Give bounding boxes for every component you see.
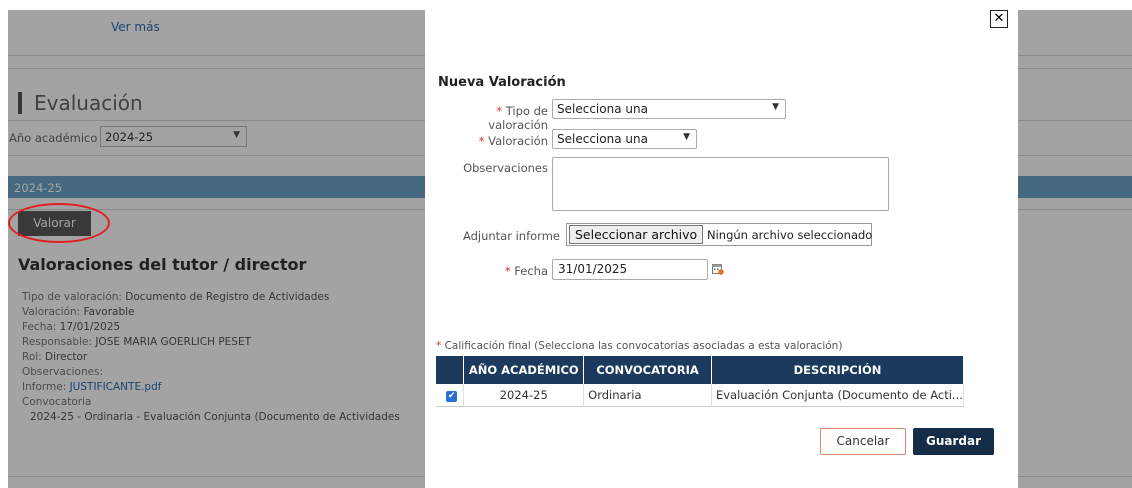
table-header-check xyxy=(436,356,465,384)
tipo-label: * Tipo de valoración xyxy=(488,104,548,132)
file-status: Ningún archivo seleccionado xyxy=(707,228,873,242)
table-header-row: AÑO ACADÉMICO CONVOCATORIA DESCRIPCIÓN xyxy=(436,356,965,384)
fecha-label: * Fecha xyxy=(504,264,548,278)
file-input[interactable]: Seleccionar archivo Ningún archivo selec… xyxy=(566,223,872,246)
cancel-button[interactable]: Cancelar xyxy=(820,428,906,455)
save-button[interactable]: Guardar xyxy=(913,428,994,455)
modal-title: Nueva Valoración xyxy=(438,75,566,90)
highlight-ring xyxy=(8,203,110,243)
table-header: CONVOCATORIA xyxy=(583,356,712,384)
table-cell: Ordinaria xyxy=(583,384,712,407)
valoracion-select-value: Selecciona una xyxy=(557,132,648,146)
calendar-icon[interactable] xyxy=(712,263,724,275)
select-file-button[interactable]: Seleccionar archivo xyxy=(569,225,704,244)
observaciones-textarea[interactable] xyxy=(552,157,889,211)
checkbox-checked-icon[interactable]: ✔ xyxy=(446,391,458,403)
table-header: AÑO ACADÉMICO xyxy=(463,356,585,384)
chevron-down-icon: ▼ xyxy=(683,132,690,142)
valoracion-label: * Valoración xyxy=(478,134,548,148)
observaciones-label: Observaciones xyxy=(463,161,548,175)
tipo-select[interactable]: Selecciona una ▼ xyxy=(552,99,786,119)
chevron-down-icon: ▼ xyxy=(772,102,779,112)
convocatorias-table: AÑO ACADÉMICO CONVOCATORIA DESCRIPCIÓN ✔… xyxy=(436,356,965,407)
table-row: ✔ 2024-25 Ordinaria Evaluación Conjunta … xyxy=(436,384,965,407)
calificacion-note: * Calificación final (Selecciona las con… xyxy=(436,340,843,352)
fecha-input[interactable]: 31/01/2025 xyxy=(552,259,708,280)
table-cell: Evaluación Conjunta (Documento de Acti..… xyxy=(711,384,965,407)
valoracion-select[interactable]: Selecciona una ▼ xyxy=(552,129,697,149)
tipo-select-value: Selecciona una xyxy=(557,102,648,116)
row-checkbox-cell: ✔ xyxy=(436,384,465,407)
close-icon[interactable]: ✕ xyxy=(990,10,1008,28)
table-cell: 2024-25 xyxy=(463,384,585,407)
adjuntar-label: Adjuntar informe xyxy=(462,229,560,243)
table-header: DESCRIPCIÓN xyxy=(711,356,965,384)
